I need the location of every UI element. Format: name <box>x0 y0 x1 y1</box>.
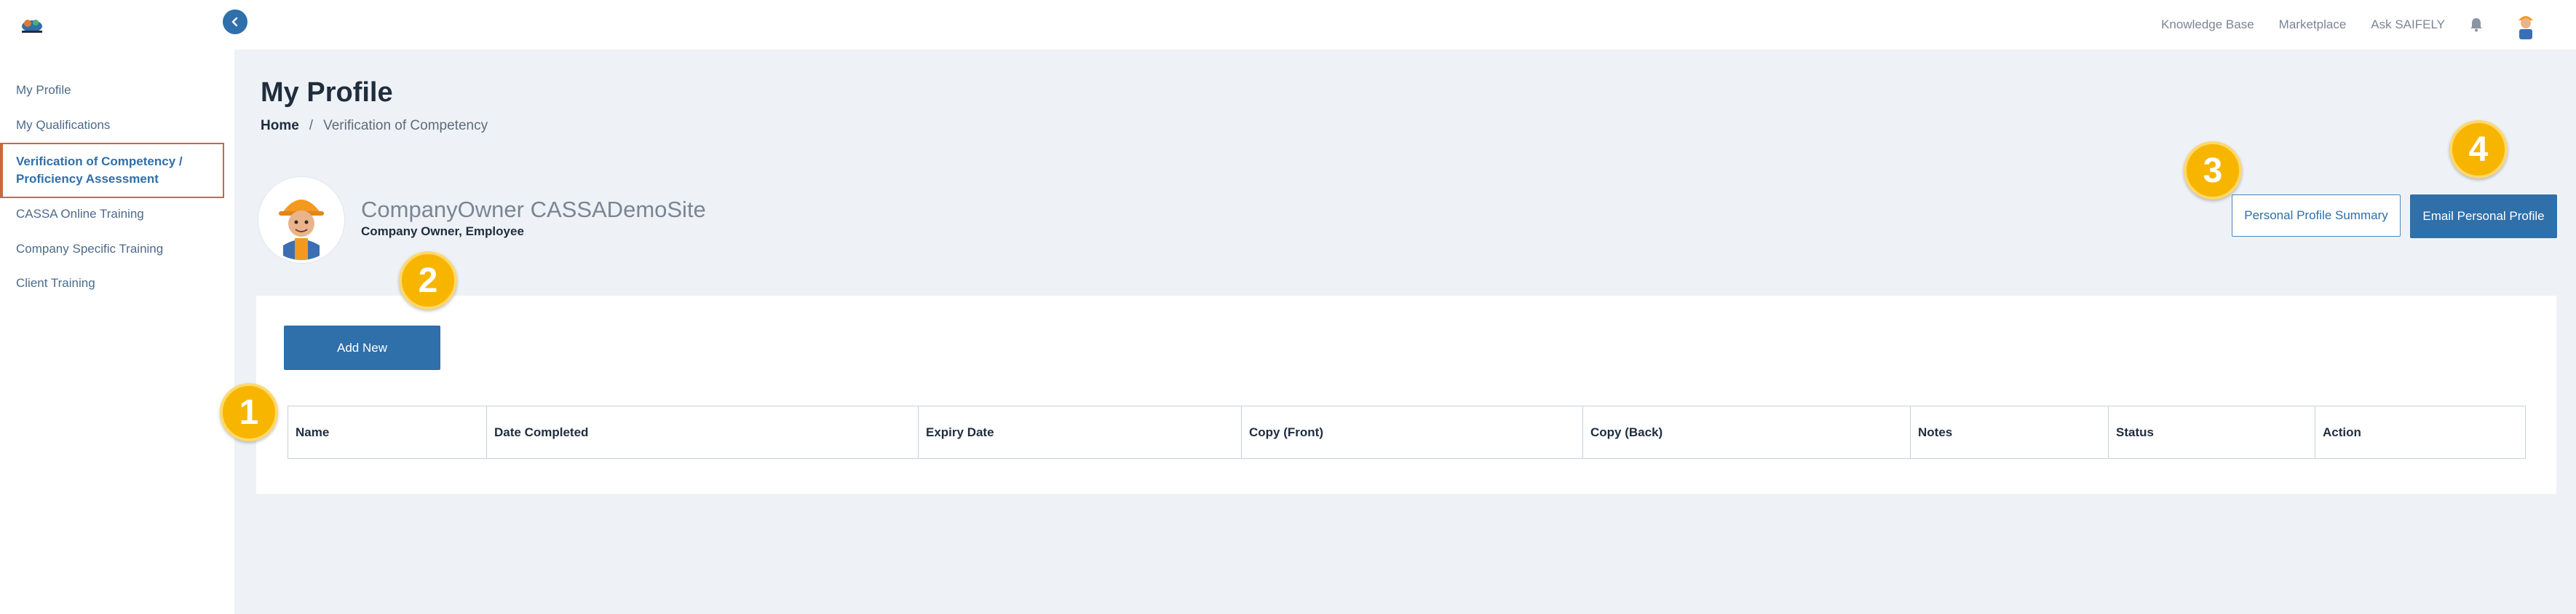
breadcrumb-current: Verification of Competency <box>323 118 488 133</box>
table-header-row: Name Date Completed Expiry Date Copy (Fr… <box>288 406 2526 459</box>
chevron-left-icon <box>231 17 238 27</box>
add-new-button[interactable]: Add New <box>284 326 440 370</box>
sidebar-item-company-specific-training[interactable]: Company Specific Training <box>16 240 163 258</box>
sidebar-collapse-button[interactable] <box>223 9 247 34</box>
top-navigation: Knowledge Base Marketplace Ask SAIFELY <box>2161 0 2576 50</box>
breadcrumb-home[interactable]: Home <box>261 118 299 133</box>
column-header-date-completed[interactable]: Date Completed <box>486 406 919 459</box>
sidebar-item-my-qualifications[interactable]: My Qualifications <box>16 117 110 134</box>
page-title: My Profile <box>261 77 393 108</box>
sidebar-item-cassa-online-training[interactable]: CASSA Online Training <box>16 205 144 223</box>
ask-saifely-link[interactable]: Ask SAIFELY <box>2371 17 2445 32</box>
app-logo[interactable] <box>16 13 48 36</box>
marketplace-link[interactable]: Marketplace <box>2279 17 2347 32</box>
callout-badge-4: 4 <box>2449 120 2508 178</box>
user-avatar[interactable] <box>2513 10 2538 39</box>
bell-icon[interactable] <box>2470 17 2486 33</box>
personal-profile-summary-button[interactable]: Personal Profile Summary <box>2232 194 2401 237</box>
sidebar: My Profile My Qualifications Verificatio… <box>0 50 234 614</box>
callout-badge-2: 2 <box>399 251 457 310</box>
column-header-status[interactable]: Status <box>2108 406 2315 459</box>
column-header-expiry-date[interactable]: Expiry Date <box>918 406 1242 459</box>
profile-avatar <box>258 177 344 263</box>
breadcrumb-separator: / <box>309 118 314 133</box>
sidebar-item-verification-of-competency[interactable]: Verification of Competency / Proficiency… <box>0 143 224 198</box>
column-header-action[interactable]: Action <box>2315 406 2526 459</box>
profile-name: CompanyOwner CASSADemoSite <box>361 197 706 222</box>
knowledge-base-link[interactable]: Knowledge Base <box>2161 17 2254 32</box>
column-header-copy-front[interactable]: Copy (Front) <box>1241 406 1583 459</box>
column-header-name[interactable]: Name <box>288 406 487 459</box>
sidebar-item-my-profile[interactable]: My Profile <box>16 82 71 99</box>
callout-badge-3: 3 <box>2184 141 2242 200</box>
top-bar: Knowledge Base Marketplace Ask SAIFELY <box>0 0 2576 50</box>
column-header-copy-back[interactable]: Copy (Back) <box>1582 406 1911 459</box>
callout-badge-1: 1 <box>220 383 278 441</box>
competency-card <box>256 296 2556 494</box>
breadcrumb: Home / Verification of Competency <box>261 118 488 134</box>
email-personal-profile-button[interactable]: Email Personal Profile <box>2410 194 2557 238</box>
competency-table: Name Date Completed Expiry Date Copy (Fr… <box>288 406 2526 459</box>
column-header-notes[interactable]: Notes <box>1910 406 2109 459</box>
sidebar-item-client-training[interactable]: Client Training <box>16 275 95 292</box>
profile-roles: Company Owner, Employee <box>361 224 524 238</box>
